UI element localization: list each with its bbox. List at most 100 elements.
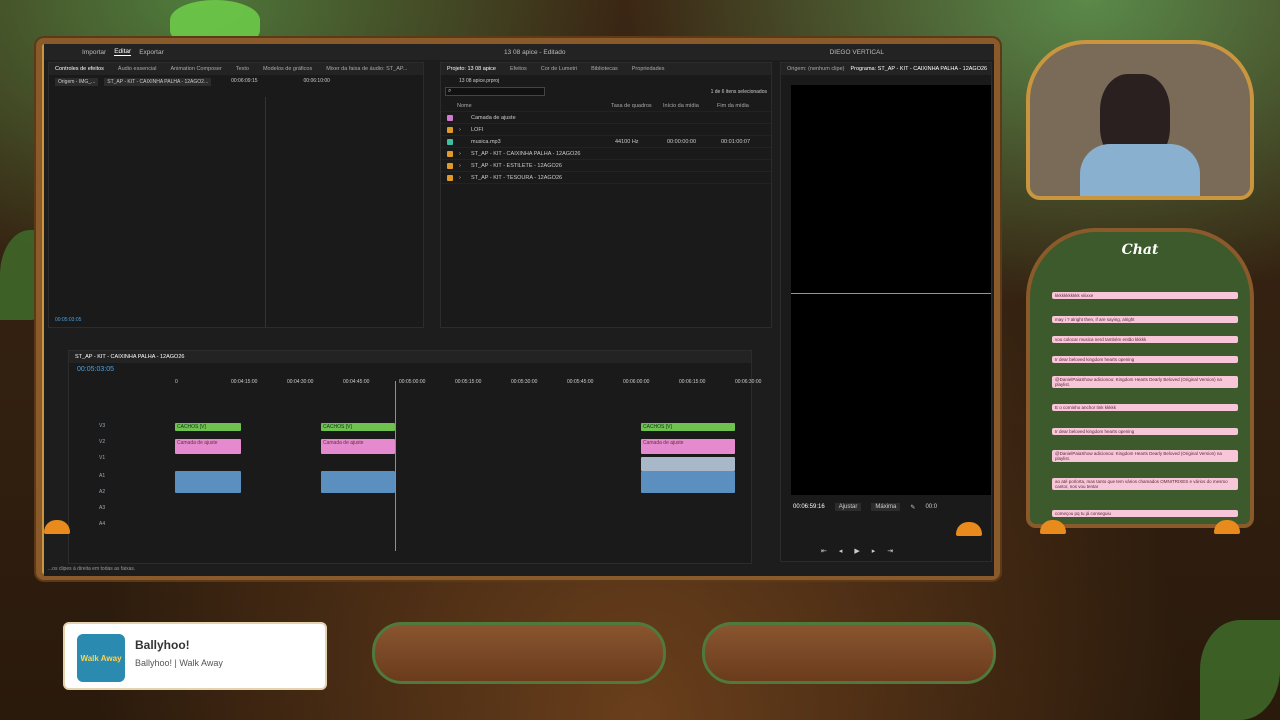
timeline-timecode: 00:05:03:05: [77, 366, 114, 373]
track-a4[interactable]: A4: [99, 521, 105, 527]
program-video: [791, 85, 991, 495]
chat-message: may i ? alright then, if are saying, alr…: [1052, 316, 1238, 323]
project-tabs: Projeto: 13 08 apice Efeitos Cor de Lume…: [441, 63, 771, 75]
label-color: [447, 174, 453, 181]
timeline-tabs: ST_AP - KIT - CAIXINHA PALHA - 12AGO26: [69, 351, 751, 363]
tab-program-monitor[interactable]: Programa: ST_AP - KIT - CAIXINHA PALHA -…: [850, 66, 987, 72]
tab-project[interactable]: Projeto: 13 08 apice: [447, 66, 496, 72]
project-item[interactable]: › ST_AP - KIT - CAIXINHA PALHA - 12AGO26: [441, 148, 771, 160]
ruler-tick: 00:04:30:00: [287, 379, 314, 385]
mark-in-icon[interactable]: ⇤: [821, 547, 827, 555]
album-art: Walk Away: [77, 634, 125, 682]
transport-controls: ⇤ ◂ ▶ ▸ ⇥: [821, 547, 893, 555]
clip-adjust-1[interactable]: Camada de ajuste: [175, 439, 241, 454]
label-color: [447, 162, 453, 169]
tab-libraries[interactable]: Bibliotecas: [591, 66, 618, 72]
step-back-icon[interactable]: ◂: [839, 547, 843, 555]
ruler-tick: 00:06:00:00: [623, 379, 650, 385]
chat-box: Chat kkkkkkkkkkk viiixxe may i ? alright …: [1026, 228, 1254, 528]
item-name: Camada de ajuste: [471, 114, 516, 121]
col-start[interactable]: Início da mídia: [663, 103, 717, 109]
tab-source-monitor[interactable]: Origem: (nenhum clipe): [787, 66, 844, 72]
track-v2[interactable]: V2: [99, 439, 105, 445]
tab-editar[interactable]: Editar: [114, 48, 132, 56]
tab-essential-audio[interactable]: Áudio essencial: [118, 66, 157, 72]
track-v1[interactable]: V1: [99, 455, 105, 461]
tab-importar[interactable]: Importar: [82, 49, 106, 56]
track-a3[interactable]: A3: [99, 505, 105, 511]
clip-audio-3[interactable]: [641, 471, 735, 493]
tab-effect-controls[interactable]: Controles de efeitos: [55, 66, 104, 72]
clip-video-3[interactable]: [641, 457, 735, 471]
tab-properties[interactable]: Propriedades: [632, 66, 665, 72]
ruler-tick: 00:04:15:00: [231, 379, 258, 385]
clip-cachos-2[interactable]: CACHOS [V]: [321, 423, 395, 431]
ruler-tick: 00:05:45:00: [567, 379, 594, 385]
playhead[interactable]: [395, 381, 396, 551]
source-dropdown[interactable]: Origem - IMG_...: [55, 78, 99, 86]
program-duration: 00:0: [925, 504, 938, 510]
tab-text[interactable]: Texto: [236, 66, 249, 72]
chat-message: Ir dear beloved kingdom hearts opening: [1052, 428, 1238, 435]
fit-dropdown[interactable]: Ajustar: [834, 503, 862, 511]
tab-sequence[interactable]: ST_AP - KIT - CAIXINHA PALHA - 12AGO26: [75, 354, 184, 360]
wooden-sign-2: [702, 622, 996, 684]
item-name: ST_AP - KIT - TESOURA - 12AGO26: [471, 174, 563, 181]
panel-divider: [265, 97, 266, 327]
search-row: ⌕ 1 de 6 itens selecionados: [441, 87, 771, 96]
clip-cachos-1[interactable]: CACHOS [V]: [175, 423, 241, 431]
ruler-tick: 00:05:00:00: [399, 379, 426, 385]
project-item[interactable]: › LOFI: [441, 124, 771, 136]
ruler-tick: 00:06:30:00: [735, 379, 762, 385]
clip-adjust-2[interactable]: Camada de ajuste: [321, 439, 395, 454]
chat-message: kkkkkkkkkkk viiixxe: [1052, 292, 1238, 299]
quality-dropdown[interactable]: Máxima: [871, 503, 901, 511]
project-item[interactable]: Camada de ajuste: [441, 112, 771, 124]
track-v3[interactable]: V3: [99, 423, 105, 429]
effect-controls-panel: Controles de efeitos Áudio essencial Ani…: [48, 62, 424, 328]
play-icon[interactable]: ▶: [854, 547, 859, 555]
chat-message: vou colocar musica nerd também então kkk…: [1052, 336, 1238, 343]
track-a2[interactable]: A2: [99, 489, 105, 495]
tab-exportar[interactable]: Exportar: [139, 49, 164, 56]
clip-audio-2[interactable]: [321, 471, 395, 493]
clip-dropdown[interactable]: ST_AP - KIT - CAIXINHA PALHA - 12AGO2...: [104, 78, 212, 86]
mushroom-top: [170, 0, 260, 40]
clip-cachos-3[interactable]: CACHOS [V]: [641, 423, 735, 431]
tab-animation-composer[interactable]: Animation Composer: [170, 66, 221, 72]
timecode-end: 00:06:10:00: [303, 78, 330, 84]
item-start: 00:00:00:00: [667, 138, 697, 145]
ruler-tick: 00:04:45:00: [343, 379, 370, 385]
ruler-tick: 0: [175, 379, 178, 385]
item-name: ST_AP - KIT - ESTILETE - 12AGO26: [471, 162, 562, 169]
monitor-tabs: Origem: (nenhum clipe) Programa: ST_AP -…: [781, 63, 991, 75]
project-item[interactable]: › ST_AP - KIT - ESTILETE - 12AGO26: [441, 160, 771, 172]
chat-title: Chat: [1121, 242, 1159, 258]
item-rate: 44100 Hz: [615, 138, 639, 145]
search-input[interactable]: ⌕: [445, 87, 545, 96]
tab-lumetri[interactable]: Cor de Lumetri: [541, 66, 577, 72]
tab-graphics-templates[interactable]: Modelos de gráficos: [263, 66, 312, 72]
tab-audio-mixer[interactable]: Mixer da faixa de áudio: ST_AP...: [326, 66, 407, 72]
workspace-label[interactable]: DIEGO VERTICAL: [830, 49, 884, 56]
item-name: musica.mp3: [471, 138, 501, 145]
chat-message: E o corninho anchor tink kkkkk: [1052, 404, 1238, 411]
clip-audio-1[interactable]: [175, 471, 241, 493]
project-item[interactable]: › ST_AP - KIT - TESOURA - 12AGO26: [441, 172, 771, 184]
mark-out-icon[interactable]: ⇥: [887, 547, 893, 555]
chat-message: Ir dear beloved kingdom hearts opening: [1052, 356, 1238, 363]
item-name: LOFI: [471, 126, 484, 133]
time-ruler[interactable]: 0 00:04:15:00 00:04:30:00 00:04:45:00 00:05:…: [175, 379, 761, 387]
col-name[interactable]: Nome: [441, 103, 611, 109]
step-forward-icon[interactable]: ▸: [872, 547, 876, 555]
project-header-row: Nome Taxa de quadros Início da mídia Fim…: [441, 100, 771, 112]
col-end[interactable]: Fim da mídia: [717, 103, 749, 109]
track-a1[interactable]: A1: [99, 473, 105, 479]
project-item[interactable]: musica.mp3 44100 Hz 00:00:00:00 00:01:00…: [441, 136, 771, 148]
clip-adjust-3[interactable]: Camada de ajuste: [641, 439, 735, 454]
col-rate[interactable]: Taxa de quadros: [611, 103, 663, 109]
chat-message: @DanielPaiaShow adicionou: Kingdom Heart…: [1052, 376, 1238, 388]
wrench-icon[interactable]: ✎: [910, 504, 915, 511]
tab-effects[interactable]: Efeitos: [510, 66, 527, 72]
wooden-sign-1: [372, 622, 666, 684]
